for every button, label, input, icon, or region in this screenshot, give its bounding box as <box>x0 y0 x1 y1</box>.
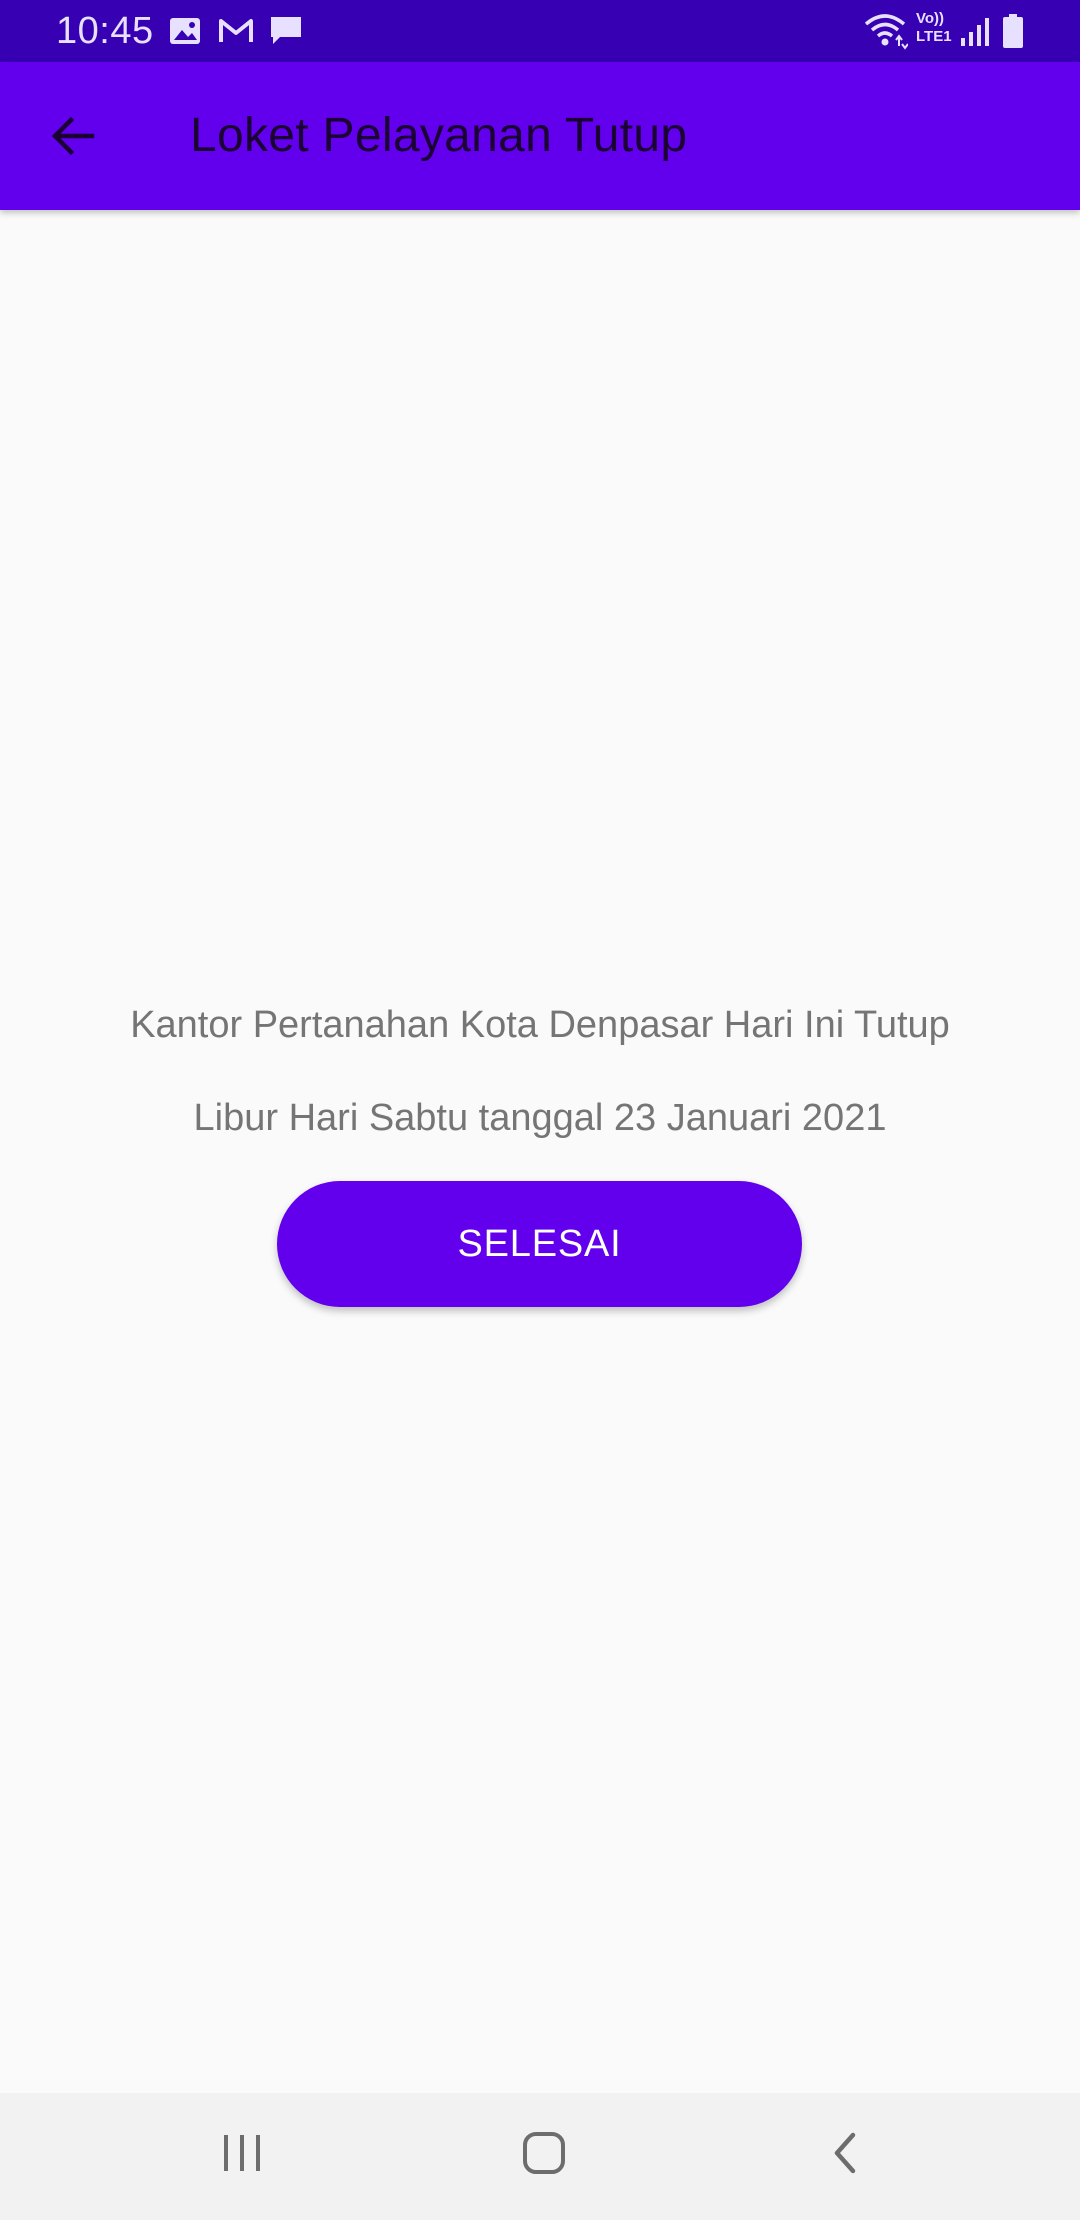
status-time: 10:45 <box>56 10 154 52</box>
battery-icon <box>1003 14 1023 48</box>
back-button[interactable] <box>32 100 114 172</box>
closed-message: Kantor Pertanahan Kota Denpasar Hari Ini… <box>130 1004 950 1046</box>
message-icon <box>271 17 301 44</box>
wifi-icon <box>864 14 908 50</box>
home-button[interactable] <box>484 2113 604 2193</box>
image-icon <box>170 18 200 44</box>
finish-button[interactable]: SELESAI <box>277 1181 802 1307</box>
page-title: Loket Pelayanan Tutup <box>190 109 688 162</box>
status-bar: 10:45 Vo)) LTE1 <box>0 0 1080 62</box>
gmail-icon <box>219 19 253 42</box>
signal-icon <box>961 18 989 46</box>
home-icon <box>523 2132 565 2174</box>
app-bar: Loket Pelayanan Tutup <box>0 62 1080 210</box>
volte-label: Vo)) <box>916 10 945 27</box>
volte-icon: Vo)) LTE1 <box>916 10 958 48</box>
system-nav-bar <box>0 2093 1080 2220</box>
holiday-message: Libur Hari Sabtu tanggal 23 Januari 2021 <box>193 1097 887 1139</box>
back-icon <box>834 2132 856 2174</box>
nav-back-button[interactable] <box>787 2113 907 2193</box>
recent-apps-button[interactable] <box>182 2113 302 2193</box>
lte-label: LTE1 <box>916 28 952 45</box>
recent-apps-icon <box>224 2135 260 2171</box>
arrow-left-icon <box>51 116 95 156</box>
